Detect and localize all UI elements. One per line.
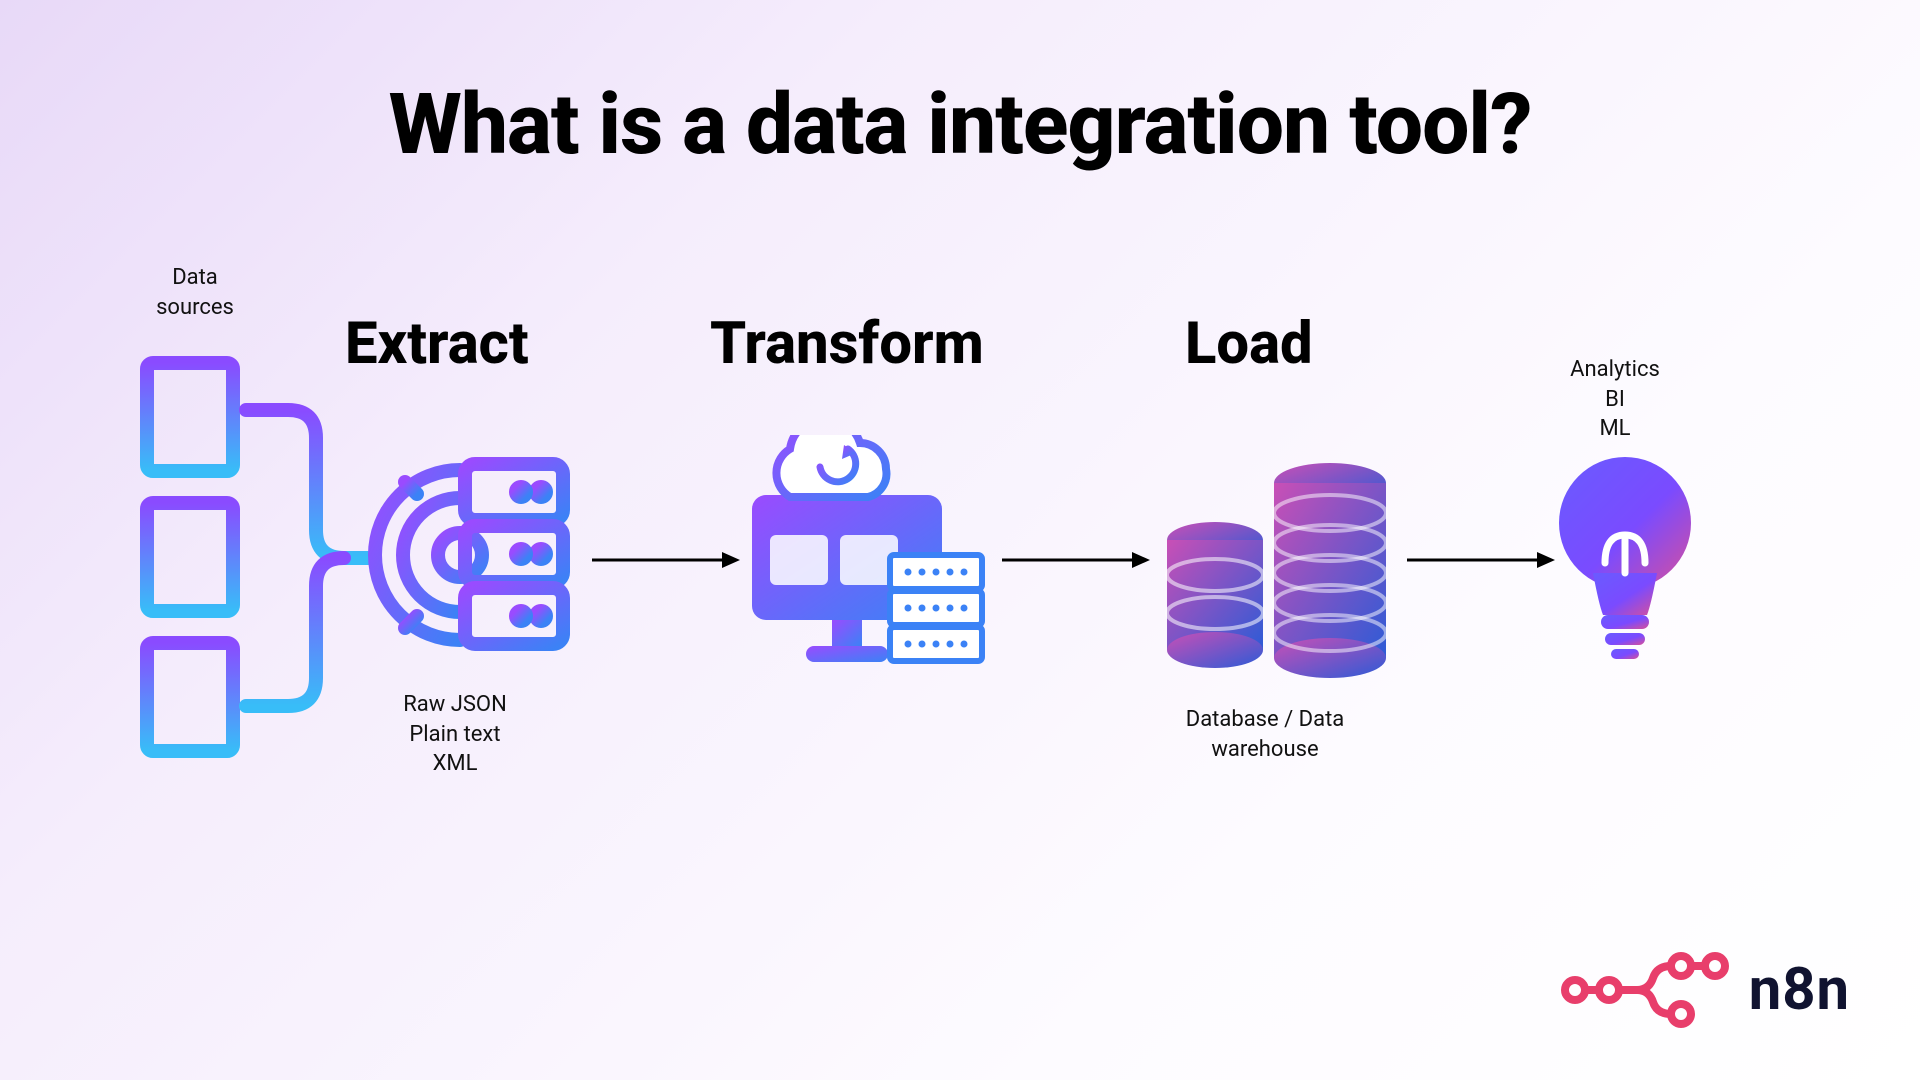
extract-icon xyxy=(365,450,575,660)
source-connectors xyxy=(238,400,378,730)
brand-name: n8n xyxy=(1749,956,1850,1024)
stage-extract-label: Extract xyxy=(345,310,529,378)
arrow-load-analytics xyxy=(1405,548,1555,572)
stage-transform-label: Transform xyxy=(710,310,984,378)
data-sources-icon xyxy=(135,355,245,775)
stage-load-label: Load xyxy=(1185,310,1313,378)
brand-logo: n8n xyxy=(1559,950,1850,1030)
arrow-extract-transform xyxy=(590,548,740,572)
analytics-caption: Analytics BI ML xyxy=(1535,355,1695,444)
diagram-title: What is a data integration tool? xyxy=(0,75,1920,174)
n8n-logo-icon xyxy=(1559,950,1729,1030)
load-caption: Database / Data warehouse xyxy=(1150,705,1380,764)
transform-icon xyxy=(740,435,990,685)
extract-caption: Raw JSON Plain text XML xyxy=(370,690,540,779)
data-sources-label: Data sources xyxy=(120,263,270,322)
lightbulb-icon xyxy=(1555,455,1695,685)
load-icon xyxy=(1160,455,1400,685)
arrow-transform-load xyxy=(1000,548,1150,572)
